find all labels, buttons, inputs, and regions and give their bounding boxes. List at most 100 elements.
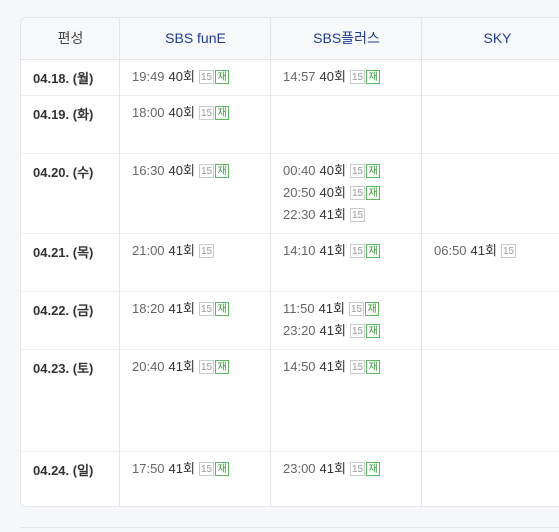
age-rating-badge: 15 [198,462,215,476]
age-rating-badge: 15 [349,462,366,476]
broadcast-entry[interactable]: 17:50 41회 15 재 [132,460,230,482]
broadcast-entry[interactable]: 23:00 41회 15 재 [283,460,381,482]
schedule-cell: 14:10 41회 15 재 [283,242,381,264]
episode-number: 41회 [319,207,346,222]
rerun-badge: 재 [366,324,381,338]
episode-number: 41회 [319,461,346,476]
age-rating-badge: 15 [349,186,366,200]
rerun-badge: 재 [365,302,380,316]
schedule-cell: 19:49 40회 15 재 [132,68,230,90]
header-channel-sky[interactable]: SKY [422,18,559,59]
episode-number: 40회 [319,163,346,178]
broadcast-entry[interactable]: 18:20 41회 15 재 [132,300,230,322]
schedule-table: 편성 SBS funE SBS플러스 SKY 04.18. (월) 19:49 40… [20,17,559,507]
row-date: 04.21. (목) [33,245,94,260]
row-date: 04.19. (화) [33,107,94,122]
table-row: 04.23. (토) 20:40 41회 15 재 14:50 41회 15 재 [21,349,559,452]
column-divider [421,18,422,506]
broadcast-time: 11:50 [283,301,315,316]
rerun-badge: 재 [366,244,381,258]
age-rating-badge: 15 [198,302,215,316]
episode-number: 41회 [319,359,346,374]
row-date: 04.18. (월) [33,71,94,86]
episode-number: 41회 [168,461,195,476]
broadcast-entry[interactable]: 14:50 41회 15 재 [283,358,381,380]
broadcast-entry[interactable]: 18:00 40회 15 재 [132,104,230,126]
broadcast-time: 23:00 [283,461,316,476]
table-row: 04.24. (일) 17:50 41회 15 재 23:00 41회 15 재 [21,451,559,506]
broadcast-time: 18:20 [132,301,165,316]
row-date: 04.22. (금) [33,303,94,318]
table-row: 04.20. (수) 16:30 40회 15 재 00:40 40회 15 재 20:50 40회… [21,153,559,234]
table-header: 편성 SBS funE SBS플러스 SKY [21,18,559,60]
header-channel-sbs-fune[interactable]: SBS funE [120,18,271,59]
broadcast-entry[interactable]: 11:50 41회 15 재 [283,300,380,322]
schedule-cell: 20:40 41회 15 재 [132,358,230,380]
broadcast-time: 14:50 [283,359,316,374]
table-row: 04.21. (목) 21:00 41회 15 14:10 41회 15 재 06:50 41회 1… [21,233,559,292]
broadcast-entry[interactable]: 23:20 41회 15 재 [283,322,381,344]
broadcast-time: 23:20 [283,323,316,338]
episode-number: 40회 [168,163,195,178]
broadcast-entry[interactable]: 14:57 40회 15 재 [283,68,381,90]
rerun-badge: 재 [215,360,230,374]
episode-number: 41회 [319,243,346,258]
episode-number: 41회 [168,243,195,258]
broadcast-entry[interactable]: 16:30 40회 15 재 [132,162,230,184]
episode-number: 41회 [318,301,345,316]
broadcast-time: 17:50 [132,461,165,476]
schedule-cell: 18:20 41회 15 재 [132,300,230,322]
age-rating-badge: 15 [349,324,366,338]
column-divider [119,18,120,506]
episode-number: 40회 [319,69,346,84]
rerun-badge: 재 [366,462,381,476]
rerun-badge: 재 [215,302,230,316]
broadcast-time: 06:50 [434,243,467,258]
divider [20,527,559,528]
age-rating-badge: 15 [198,70,215,84]
age-rating-badge: 15 [349,244,366,258]
broadcast-entry[interactable]: 22:30 41회 15 [283,206,380,228]
schedule-cell: 17:50 41회 15 재 [132,460,230,482]
schedule-cell: 16:30 40회 15 재 [132,162,230,184]
broadcast-time: 18:00 [132,105,165,120]
age-rating-badge: 15 [198,244,215,258]
broadcast-time: 20:50 [283,185,316,200]
schedule-cell: 14:57 40회 15 재 [283,68,381,90]
rerun-badge: 재 [215,70,230,84]
broadcast-entry[interactable]: 06:50 41회 15 [434,242,517,264]
schedule-cell: 18:00 40회 15 재 [132,104,230,126]
age-rating-badge: 15 [198,360,215,374]
broadcast-entry[interactable]: 00:40 40회 15 재 [283,162,381,184]
episode-number: 41회 [168,301,195,316]
broadcast-time: 00:40 [283,163,316,178]
episode-number: 41회 [168,359,195,374]
age-rating-badge: 15 [349,302,365,316]
age-rating-badge: 15 [349,70,366,84]
broadcast-entry[interactable]: 14:10 41회 15 재 [283,242,381,264]
broadcast-entry[interactable]: 20:40 41회 15 재 [132,358,230,380]
episode-number: 40회 [168,69,195,84]
rerun-badge: 재 [366,360,381,374]
episode-number: 41회 [319,323,346,338]
rerun-badge: 재 [215,106,230,120]
schedule-cell: 14:50 41회 15 재 [283,358,381,380]
episode-number: 41회 [470,243,497,258]
schedule-cell: 23:00 41회 15 재 [283,460,381,482]
rerun-badge: 재 [215,462,230,476]
age-rating-badge: 15 [500,244,517,258]
broadcast-entry[interactable]: 20:50 40회 15 재 [283,184,381,206]
broadcast-entry[interactable]: 19:49 40회 15 재 [132,68,230,90]
broadcast-time: 16:30 [132,163,165,178]
row-date: 04.23. (토) [33,361,94,376]
row-date: 04.20. (수) [33,165,94,180]
age-rating-badge: 15 [349,208,366,222]
schedule-cell: 21:00 41회 15 [132,242,215,264]
age-rating-badge: 15 [198,106,215,120]
schedule-cell: 06:50 41회 15 [434,242,517,264]
header-channel-sbs-plus[interactable]: SBS플러스 [271,18,422,59]
table-row: 04.22. (금) 18:20 41회 15 재 11:50 41회 15 재 23:20 41회… [21,291,559,350]
column-divider [270,18,271,506]
age-rating-badge: 15 [349,360,366,374]
broadcast-entry[interactable]: 21:00 41회 15 [132,242,215,264]
